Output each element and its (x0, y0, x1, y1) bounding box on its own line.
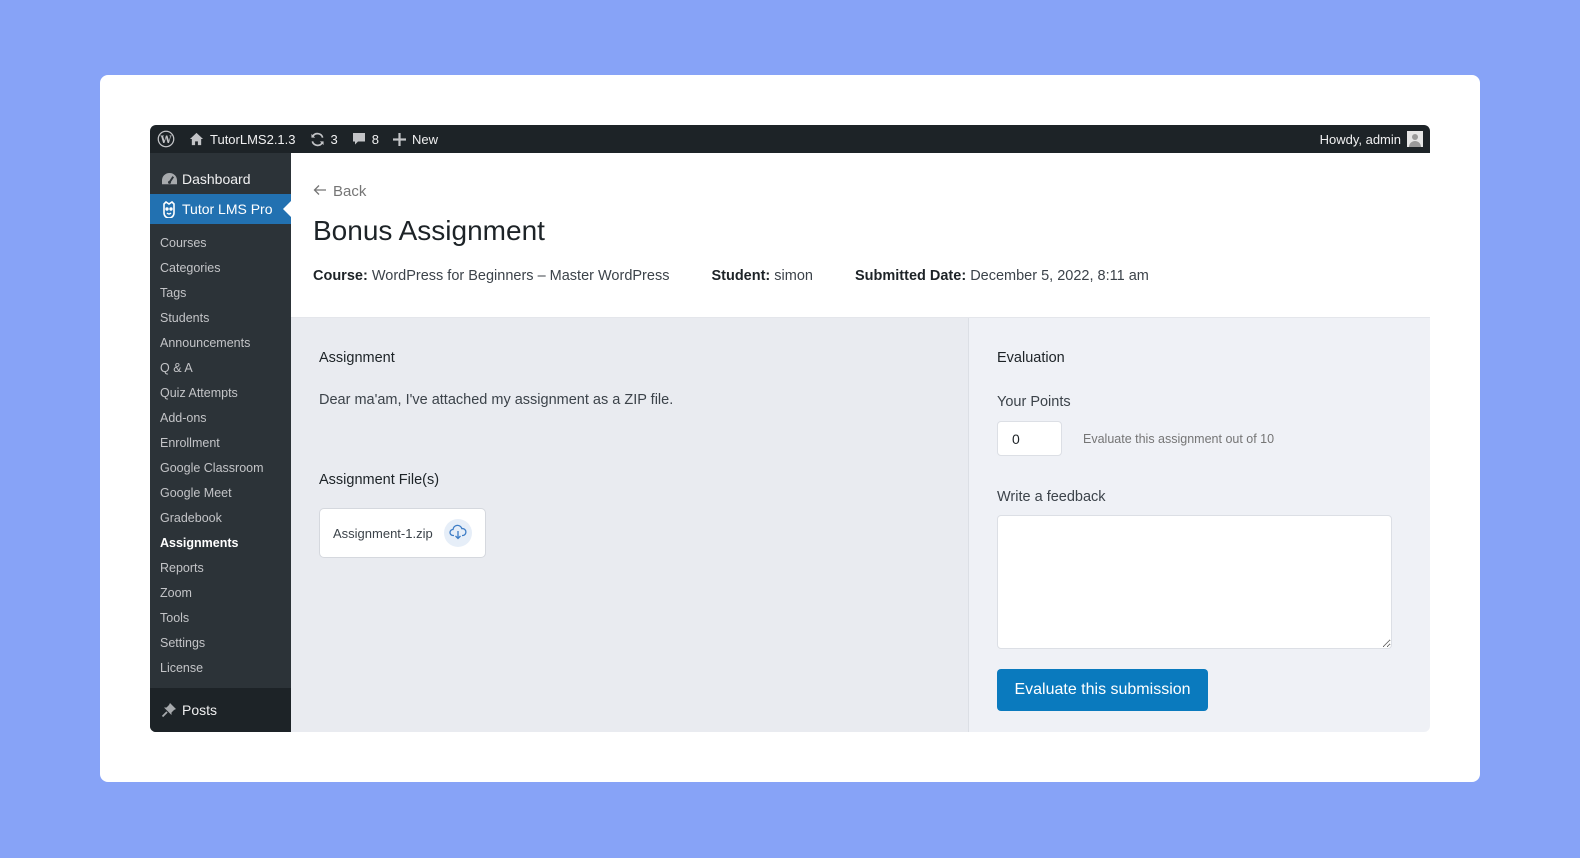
assignment-text: Dear ma'am, I've attached my assignment … (319, 392, 674, 408)
wordpress-logo-icon: W (157, 130, 175, 148)
site-name: TutorLMS2.1.3 (210, 131, 296, 147)
submenu-courses[interactable]: Courses (150, 231, 291, 256)
admin-sidebar: Dashboard Tutor LMS Pro Courses Categori… (150, 153, 291, 732)
dashboard-icon (159, 169, 179, 189)
points-input[interactable] (997, 421, 1062, 456)
evaluate-submission-button[interactable]: Evaluate this submission (997, 669, 1208, 711)
howdy-text: Howdy, admin (1319, 131, 1401, 147)
points-hint: Evaluate this assignment out of 10 (1083, 431, 1275, 446)
submenu-add-ons[interactable]: Add-ons (150, 406, 291, 431)
admin-bar: W TutorLMS2.1.3 3 8 New Howdy, admin (150, 125, 1430, 153)
submenu-categories[interactable]: Categories (150, 256, 291, 281)
menu-dashboard[interactable]: Dashboard (150, 164, 291, 194)
points-row: Evaluate this assignment out of 10 (997, 421, 1402, 456)
feedback-label: Write a feedback (997, 489, 1106, 505)
submenu-announcements[interactable]: Announcements (150, 331, 291, 356)
submenu-gradebook[interactable]: Gradebook (150, 506, 291, 531)
comments-menu[interactable]: 8 (345, 125, 386, 153)
svg-text:W: W (159, 135, 172, 146)
plus-icon (392, 132, 406, 146)
file-name: Assignment-1.zip (333, 525, 433, 541)
menu-tutor-label: Tutor LMS Pro (182, 201, 273, 217)
submenu-zoom[interactable]: Zoom (150, 581, 291, 606)
meta-student: Student: simon (711, 268, 813, 284)
main-content: Back Bonus Assignment Course: WordPress … (291, 153, 1430, 732)
updates-menu[interactable]: 3 (303, 125, 345, 153)
submenu-assignments[interactable]: Assignments (150, 531, 291, 556)
comments-count: 8 (371, 131, 379, 147)
menu-tutor-lms-pro[interactable]: Tutor LMS Pro (150, 194, 291, 224)
site-name-menu[interactable]: TutorLMS2.1.3 (182, 125, 303, 153)
submenu-google-meet[interactable]: Google Meet (150, 481, 291, 506)
new-content-menu[interactable]: New (386, 125, 445, 153)
comment-icon (352, 132, 366, 146)
evaluation-pane: Evaluation Your Points Evaluate this ass… (968, 318, 1430, 732)
assignment-pane: Assignment Dear ma'am, I've attached my … (291, 318, 968, 732)
submission-body: Assignment Dear ma'am, I've attached my … (291, 317, 1430, 732)
tutor-owl-icon (159, 199, 179, 219)
menu-dashboard-label: Dashboard (182, 171, 251, 187)
submenu-students[interactable]: Students (150, 306, 291, 331)
new-label: New (411, 131, 438, 147)
pushpin-icon (159, 700, 179, 720)
wordpress-logo-menu[interactable]: W (150, 125, 182, 153)
assignment-heading: Assignment (319, 350, 395, 366)
points-label: Your Points (997, 394, 1071, 410)
submenu-tags[interactable]: Tags (150, 281, 291, 306)
date-value: December 5, 2022, 8:11 am (970, 268, 1149, 284)
submenu-enrollment[interactable]: Enrollment (150, 431, 291, 456)
submenu-qa[interactable]: Q & A (150, 356, 291, 381)
updates-icon (310, 132, 325, 147)
student-label: Student: (711, 268, 771, 284)
submenu-google-classroom[interactable]: Google Classroom (150, 456, 291, 481)
meta-course: Course: WordPress for Beginners – Master… (313, 268, 669, 284)
submenu-tools[interactable]: Tools (150, 606, 291, 631)
submenu-reports[interactable]: Reports (150, 556, 291, 581)
menu-posts[interactable]: Posts (150, 688, 291, 732)
course-value: WordPress for Beginners – Master WordPre… (371, 268, 670, 284)
submission-meta: Course: WordPress for Beginners – Master… (313, 268, 1191, 284)
feedback-textarea[interactable] (997, 515, 1392, 649)
menu-posts-label: Posts (182, 702, 218, 718)
submenu-quiz-attempts[interactable]: Quiz Attempts (150, 381, 291, 406)
attachment-file[interactable]: Assignment-1.zip (319, 508, 486, 558)
meta-date: Submitted Date: December 5, 2022, 8:11 a… (855, 268, 1149, 284)
account-menu[interactable]: Howdy, admin (1313, 125, 1430, 153)
submenu-license[interactable]: License (150, 656, 291, 681)
date-label: Submitted Date: (854, 268, 967, 284)
course-label: Course: (313, 268, 368, 284)
submission-header: Back Bonus Assignment Course: WordPress … (291, 153, 1430, 316)
arrow-left-icon (313, 183, 333, 200)
back-link[interactable]: Back (313, 183, 366, 200)
download-button[interactable] (443, 519, 472, 547)
student-value: simon (774, 268, 813, 284)
wordpress-admin-window: W TutorLMS2.1.3 3 8 New Howdy, admin Das… (150, 125, 1430, 732)
files-heading: Assignment File(s) (319, 472, 440, 488)
page-title: Bonus Assignment (313, 215, 545, 246)
home-icon (189, 132, 204, 146)
avatar (1407, 131, 1423, 147)
evaluation-heading: Evaluation (997, 350, 1065, 366)
back-label: Back (333, 183, 367, 200)
submenu-settings[interactable]: Settings (150, 631, 291, 656)
cloud-download-icon (449, 524, 467, 543)
tutor-submenu: Courses Categories Tags Students Announc… (150, 224, 291, 686)
updates-count: 3 (330, 131, 338, 147)
